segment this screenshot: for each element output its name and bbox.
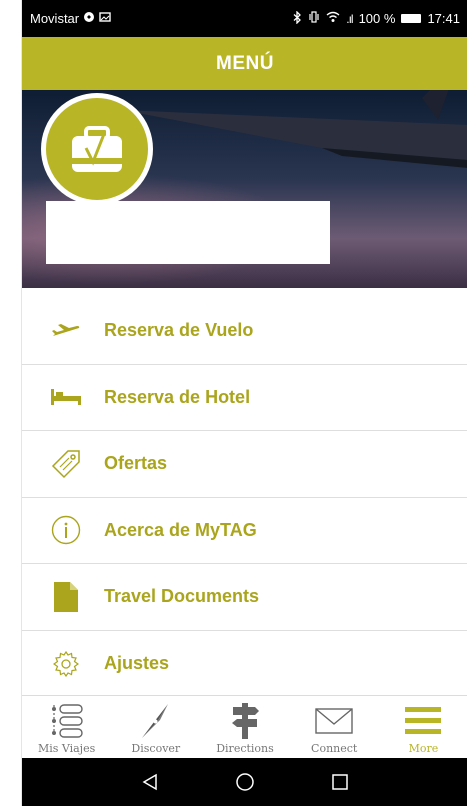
tab-directions[interactable]: Directions — [200, 696, 289, 758]
battery-icon — [401, 14, 422, 23]
tab-label: Directions — [216, 742, 274, 755]
battery-percent: 100 % — [358, 11, 396, 26]
recents-icon[interactable] — [320, 762, 360, 802]
tab-label: Mis Viajes — [37, 742, 96, 755]
status-bar: Movistar .ıl 100 % 17:41 — [22, 0, 467, 37]
menu-item-label: Acerca de MyTAG — [104, 519, 257, 540]
signpost-icon — [225, 702, 265, 740]
app-header: MENÚ — [22, 37, 467, 90]
menu-item-acerca[interactable]: Acerca de MyTAG — [22, 498, 467, 564]
vibrate-icon — [308, 11, 320, 26]
hamburger-icon — [403, 702, 443, 740]
list-icon — [47, 702, 87, 740]
bottom-tab-bar: Mis Viajes Discover Directions Connect M… — [22, 695, 467, 758]
tab-discover[interactable]: Discover — [111, 696, 200, 758]
phone-screen: Movistar .ıl 100 % 17:41 MENÚ Reserva de… — [21, 0, 467, 806]
tab-connect[interactable]: Connect — [290, 696, 379, 758]
menu-item-label: Travel Documents — [104, 586, 260, 607]
menu-item-label: Ajustes — [104, 653, 170, 674]
status-right: .ıl 100 % 17:41 — [293, 9, 460, 27]
home-icon[interactable] — [225, 762, 265, 802]
bluetooth-icon — [293, 9, 302, 27]
menu-item-label: Reserva de Vuelo — [104, 320, 254, 341]
tab-more[interactable]: More — [379, 696, 467, 758]
tab-label: More — [408, 742, 439, 755]
signal-icon: .ıl — [346, 11, 353, 26]
bed-icon — [49, 380, 83, 414]
menu-item-travel-documents[interactable]: Travel Documents — [22, 564, 467, 631]
status-left: Movistar — [30, 11, 111, 26]
info-icon — [49, 513, 83, 547]
page-title: MENÚ — [216, 52, 274, 74]
menu-item-ofertas[interactable]: Ofertas — [22, 431, 467, 498]
tab-label: Connect — [311, 742, 358, 755]
back-icon[interactable] — [130, 762, 170, 802]
menu-item-label: Reserva de Hotel — [104, 386, 251, 407]
image-notification-icon — [99, 11, 111, 26]
user-name-placeholder — [46, 201, 330, 264]
data-saver-icon — [83, 11, 95, 26]
tab-mis-viajes[interactable]: Mis Viajes — [22, 696, 111, 758]
profile-banner — [22, 90, 467, 288]
tab-label: Discover — [131, 742, 181, 755]
gear-icon — [49, 647, 83, 681]
compass-icon — [136, 702, 176, 740]
side-menu: Reserva de Vuelo Reserva de Hotel Oferta… — [22, 298, 467, 697]
airplane-icon — [49, 314, 83, 348]
menu-item-reserva-vuelo[interactable]: Reserva de Vuelo — [22, 298, 467, 365]
clock: 17:41 — [427, 11, 460, 26]
wifi-icon — [326, 11, 340, 26]
document-icon — [49, 580, 83, 614]
menu-item-label: Ofertas — [104, 453, 168, 474]
mytag-logo — [41, 93, 153, 205]
menu-item-ajustes[interactable]: Ajustes — [22, 631, 467, 698]
tag-icon — [49, 447, 83, 481]
menu-item-reserva-hotel[interactable]: Reserva de Hotel — [22, 365, 467, 431]
envelope-icon — [314, 702, 354, 740]
carrier-name: Movistar — [30, 11, 80, 26]
android-nav-bar — [22, 758, 467, 806]
